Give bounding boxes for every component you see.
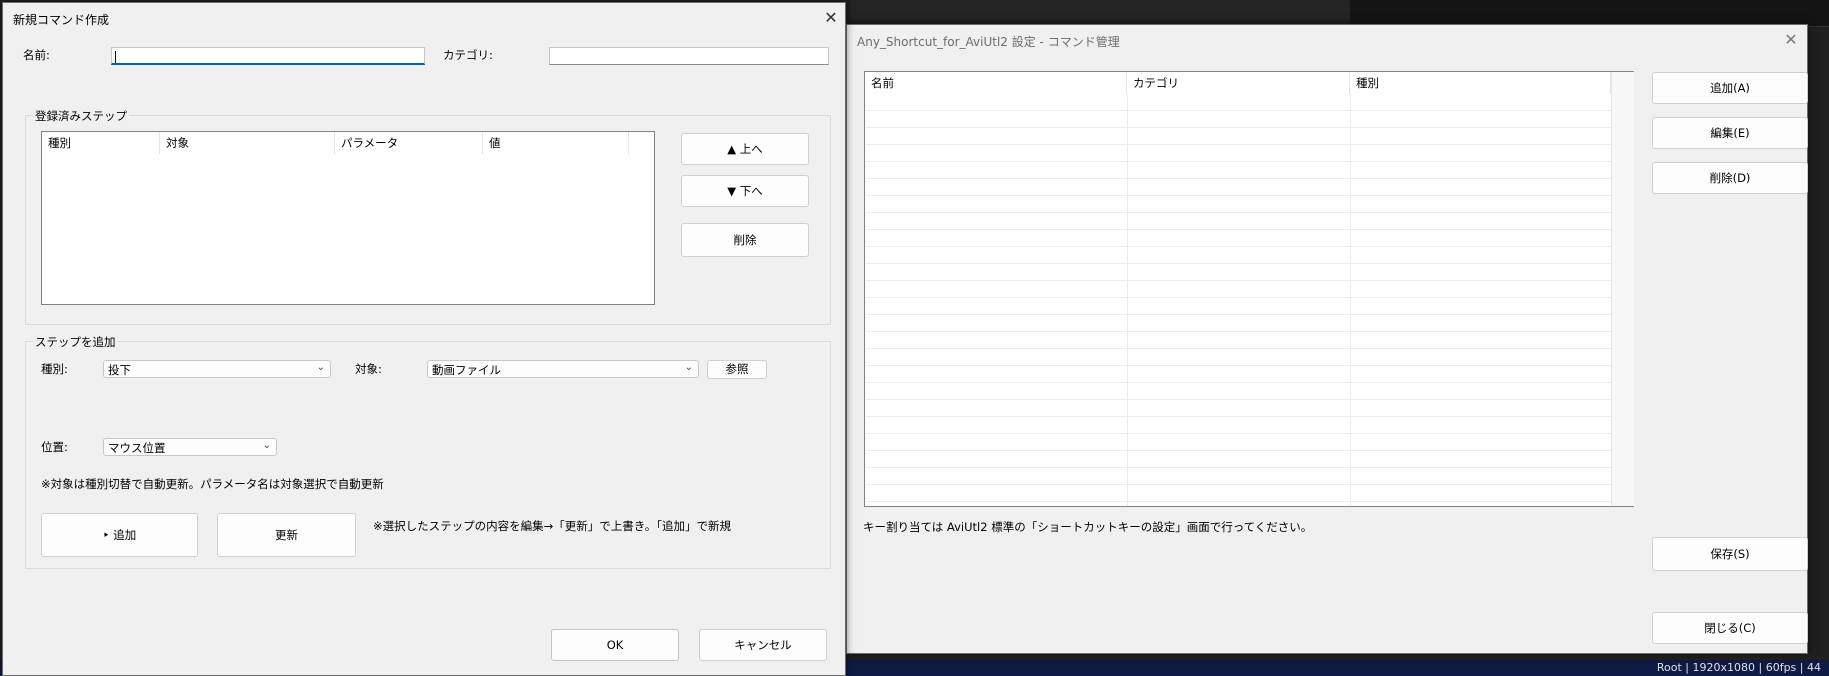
text-caret bbox=[115, 50, 116, 63]
command-manager-title: Any_Shortcut_for_AviUtl2 設定 - コマンド管理 bbox=[857, 35, 1120, 49]
column-header-value[interactable]: 値 bbox=[483, 132, 629, 154]
type-dropdown-value: 投下 bbox=[108, 363, 131, 377]
move-down-button[interactable]: ▼ 下へ bbox=[681, 175, 809, 207]
delete-command-button[interactable]: 削除(D) bbox=[1652, 162, 1808, 194]
command-manager-titlebar: Any_Shortcut_for_AviUtl2 設定 - コマンド管理 ✕ bbox=[847, 25, 1807, 57]
new-command-dialog: 新規コマンド作成 ✕ 名前: カテゴリ: 登録済みステップ 種別 対象 パラメー… bbox=[2, 2, 846, 676]
column-header-type[interactable]: 種別 bbox=[42, 132, 160, 154]
column-header-type[interactable]: 種別 bbox=[1350, 72, 1611, 94]
background-toolbar bbox=[1350, 0, 1829, 27]
chevron-down-icon: ⌄ bbox=[316, 362, 325, 373]
edit-step-note: ※選択したステップの内容を編集→「更新」で上書き。「追加」で新規 bbox=[373, 519, 731, 533]
add-command-button[interactable]: 追加(A) bbox=[1652, 72, 1808, 104]
save-button[interactable]: 保存(S) bbox=[1652, 537, 1808, 571]
empty-grid-row bbox=[866, 383, 1611, 400]
empty-grid-row bbox=[866, 485, 1611, 502]
position-label: 位置: bbox=[41, 440, 68, 454]
command-list-scroll-lane[interactable] bbox=[1611, 72, 1634, 506]
delete-step-button[interactable]: 削除 bbox=[681, 223, 809, 257]
empty-grid-row bbox=[866, 247, 1611, 264]
empty-grid-row bbox=[866, 162, 1611, 179]
empty-grid-row bbox=[866, 451, 1611, 468]
empty-grid-row bbox=[866, 417, 1611, 434]
empty-grid-row bbox=[866, 332, 1611, 349]
registered-steps-title: 登録済みステップ bbox=[33, 108, 129, 124]
add-step-button[interactable]: ‣ 追加 bbox=[41, 513, 198, 557]
empty-grid-row bbox=[866, 468, 1611, 485]
ok-button[interactable]: OK bbox=[551, 629, 679, 661]
empty-grid-row bbox=[866, 145, 1611, 162]
empty-grid-row bbox=[866, 94, 1611, 111]
grid-column-divider bbox=[1350, 94, 1351, 506]
empty-grid-row bbox=[866, 196, 1611, 213]
name-label: 名前: bbox=[23, 48, 50, 62]
empty-grid-row bbox=[866, 230, 1611, 247]
cancel-button[interactable]: キャンセル bbox=[699, 629, 827, 661]
command-list[interactable]: 名前 カテゴリ 種別 bbox=[864, 71, 1634, 507]
auto-update-note: ※対象は種別切替で自動更新。パラメータ名は対象選択で自動更新 bbox=[41, 477, 384, 491]
empty-grid-row bbox=[866, 213, 1611, 230]
add-step-title: ステップを追加 bbox=[33, 334, 118, 350]
new-command-title: 新規コマンド作成 bbox=[13, 13, 110, 27]
move-up-button[interactable]: ▲ 上へ bbox=[681, 133, 809, 165]
empty-grid-row bbox=[866, 366, 1611, 383]
empty-grid-row bbox=[866, 264, 1611, 281]
grid-column-divider bbox=[1127, 94, 1128, 506]
column-header-name[interactable]: 名前 bbox=[865, 72, 1127, 94]
background-status-text: Root | 1920x1080 | 60fps | 44 bbox=[1656, 661, 1821, 674]
position-dropdown-value: マウス位置 bbox=[108, 441, 166, 455]
empty-grid-row bbox=[866, 179, 1611, 196]
close-icon[interactable]: ✕ bbox=[819, 7, 843, 31]
edit-command-button[interactable]: 編集(E) bbox=[1652, 117, 1808, 149]
key-assignment-note: キー割り当ては AviUtl2 標準の「ショートカットキーの設定」画面で行ってく… bbox=[863, 520, 1313, 534]
empty-grid-row bbox=[866, 434, 1611, 451]
empty-grid-row bbox=[866, 111, 1611, 128]
command-manager-window: Any_Shortcut_for_AviUtl2 設定 - コマンド管理 ✕ 名… bbox=[846, 24, 1808, 654]
empty-grid-row bbox=[866, 400, 1611, 417]
chevron-down-icon: ⌄ bbox=[262, 440, 271, 451]
update-step-button[interactable]: 更新 bbox=[217, 513, 356, 557]
column-header-category[interactable]: カテゴリ bbox=[1127, 72, 1350, 94]
browse-button[interactable]: 参照 bbox=[707, 360, 767, 379]
type-label: 種別: bbox=[41, 362, 68, 376]
empty-grid-row bbox=[866, 128, 1611, 145]
type-dropdown[interactable]: 投下 ⌄ bbox=[103, 360, 331, 378]
category-label: カテゴリ: bbox=[443, 48, 493, 62]
target-label: 対象: bbox=[355, 362, 382, 376]
empty-grid-row bbox=[866, 281, 1611, 298]
command-list-header: 名前 カテゴリ 種別 bbox=[865, 72, 1611, 94]
position-dropdown[interactable]: マウス位置 ⌄ bbox=[103, 438, 277, 456]
new-command-titlebar: 新規コマンド作成 ✕ bbox=[3, 3, 845, 35]
command-list-grid bbox=[865, 94, 1611, 506]
target-dropdown-value: 動画ファイル bbox=[432, 363, 501, 377]
empty-grid-row bbox=[866, 349, 1611, 366]
empty-grid-row bbox=[866, 315, 1611, 332]
column-header-parameter[interactable]: パラメータ bbox=[335, 132, 483, 154]
registered-steps-list[interactable]: 種別 対象 パラメータ 値 bbox=[41, 131, 655, 305]
column-header-target[interactable]: 対象 bbox=[160, 132, 335, 154]
close-button[interactable]: 閉じる(C) bbox=[1652, 612, 1808, 644]
empty-grid-row bbox=[866, 298, 1611, 315]
steps-list-header: 種別 対象 パラメータ 値 bbox=[42, 132, 629, 154]
category-input[interactable] bbox=[549, 47, 829, 65]
close-icon[interactable]: ✕ bbox=[1779, 29, 1803, 53]
target-dropdown[interactable]: 動画ファイル ⌄ bbox=[427, 360, 699, 378]
background-panel bbox=[850, 0, 1350, 20]
name-input[interactable] bbox=[111, 47, 425, 65]
chevron-down-icon: ⌄ bbox=[684, 362, 693, 373]
